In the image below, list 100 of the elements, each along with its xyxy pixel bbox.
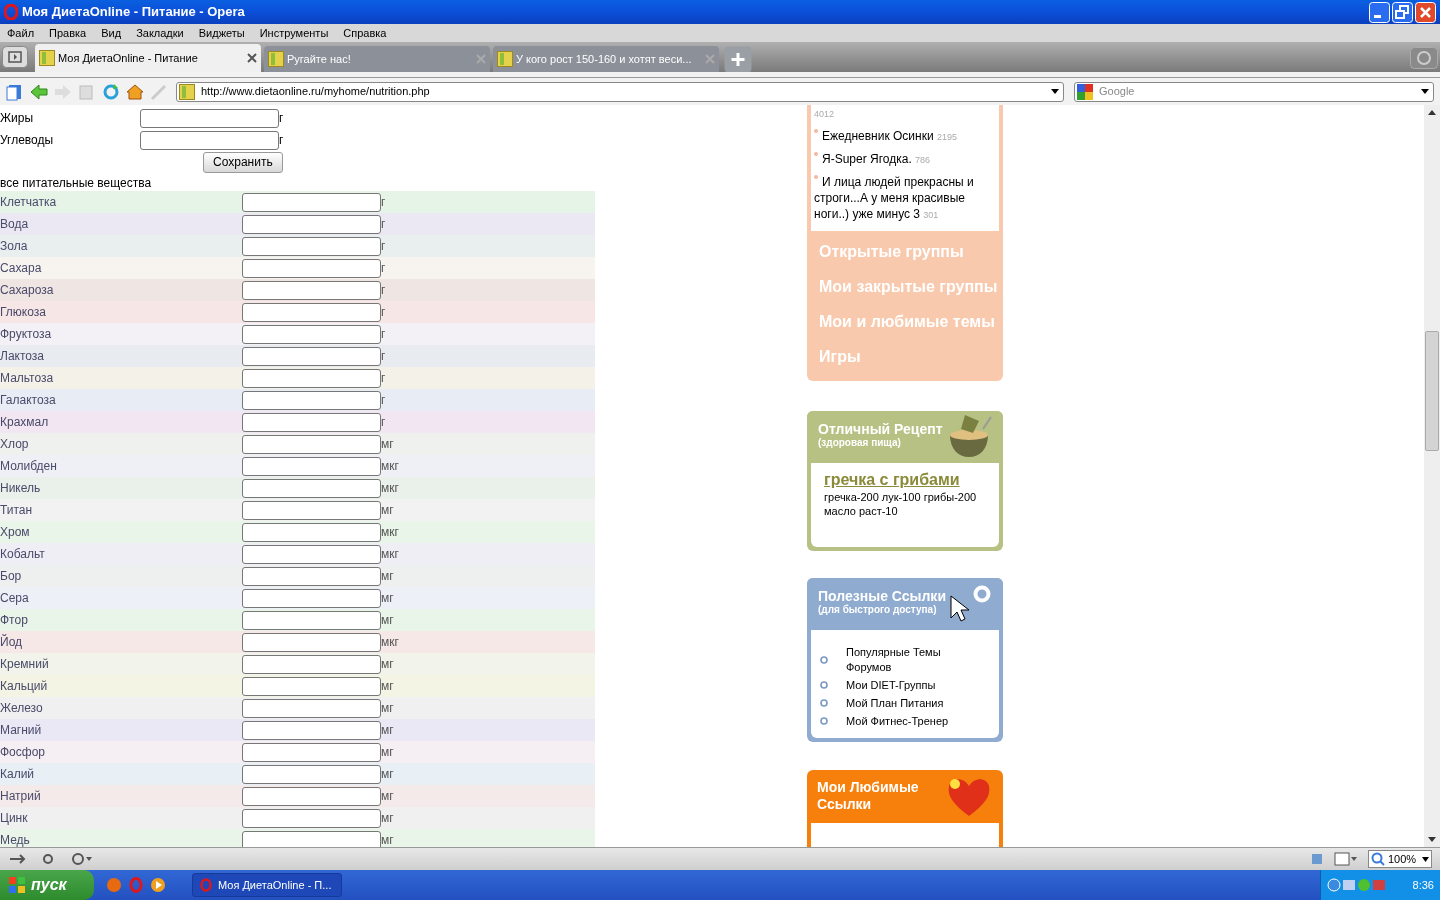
quick-link[interactable]: Популярные Темы Форумов (846, 644, 966, 675)
input-field[interactable] (242, 742, 381, 762)
table-row: Кальций мг (0, 675, 595, 697)
windows-logo-icon (8, 876, 26, 894)
search-field[interactable]: Google (1074, 81, 1434, 102)
table-row: Сера мг (0, 587, 595, 609)
box-title: Полезные Ссылки (818, 587, 946, 604)
input-field[interactable] (242, 720, 381, 740)
dropdown-icon[interactable] (1421, 89, 1429, 94)
table-row: Крахмал г (0, 411, 595, 433)
input-field[interactable] (242, 478, 381, 498)
input-field[interactable] (242, 830, 381, 847)
input-field[interactable] (242, 280, 381, 300)
reload-icon[interactable] (102, 82, 120, 101)
table-row: Фруктоза г (0, 323, 595, 345)
input-field[interactable] (242, 324, 381, 344)
table-row: Бор мг (0, 565, 595, 587)
input-field[interactable] (242, 434, 381, 454)
blog-link[interactable]: Ежедневник Осинки 2195 (814, 128, 996, 145)
input-field[interactable] (242, 346, 381, 366)
back-icon[interactable] (30, 82, 48, 101)
quick-link[interactable]: Мой План Питания (846, 695, 966, 711)
box-subtitle: (для быстрого доступа) (818, 603, 937, 615)
input-field[interactable] (242, 214, 381, 234)
opera-icon (199, 878, 213, 892)
input-field[interactable] (242, 500, 381, 520)
input-field[interactable] (242, 654, 381, 674)
blog-link[interactable]: Я-Super Ягодка. 786 (814, 151, 996, 168)
table-row: Мальтоза г (0, 367, 595, 389)
panel-toggle-icon[interactable] (2, 46, 28, 68)
input-field[interactable] (242, 412, 381, 432)
menu-item[interactable]: Справка (343, 24, 387, 42)
box-title: Отличный Рецепт (818, 421, 943, 437)
table-row: Хлор мг (0, 433, 595, 455)
menu-item[interactable]: Вид (101, 24, 122, 42)
menu-item[interactable]: Правка (49, 24, 87, 42)
table-row: Натрий мг (0, 785, 595, 807)
recipe-link[interactable]: гречка с грибами (824, 471, 960, 489)
input-field[interactable] (242, 456, 381, 476)
ring-bullet-icon (820, 717, 828, 726)
input-field[interactable] (242, 302, 381, 322)
input-field[interactable] (242, 610, 381, 630)
table-row: Клетчатка г (0, 191, 595, 213)
search-input[interactable]: Google (1099, 83, 1415, 100)
input-field[interactable] (140, 130, 279, 150)
input-field[interactable] (242, 764, 381, 784)
home-icon[interactable] (126, 82, 144, 101)
field-label: Жиры (0, 110, 35, 127)
unit-label: г (279, 132, 284, 149)
close-icon[interactable] (247, 53, 257, 63)
table-row: Зола г (0, 235, 595, 257)
input-field[interactable] (242, 786, 381, 806)
box-subtitle: (здоровая пища) (818, 437, 901, 448)
ring-bullet-icon (820, 699, 828, 708)
input-field[interactable] (242, 676, 381, 696)
new-tab-icon[interactable] (724, 46, 752, 72)
table-row: Кремний мг (0, 653, 595, 675)
input-field[interactable] (242, 522, 381, 542)
input-field[interactable] (242, 258, 381, 278)
magnifier-icon (1371, 852, 1385, 866)
ring-icon (973, 584, 991, 603)
input-field[interactable] (242, 566, 381, 586)
start-button[interactable]: пуск (0, 870, 94, 900)
table-row: Цинк мг (0, 807, 595, 829)
scrollbar-thumb[interactable] (1425, 331, 1439, 451)
address-field[interactable]: http://www.dietaonline.ru/myhome/nutrition.php (176, 81, 1064, 102)
panels-icon[interactable] (6, 82, 24, 101)
table-row: Фтор мг (0, 609, 595, 631)
dropdown-icon[interactable] (1051, 89, 1059, 94)
zoom-control[interactable]: 100% (1368, 850, 1432, 868)
scrollbar[interactable] (1424, 105, 1440, 847)
menu-item[interactable]: Инструменты (259, 24, 329, 42)
quick-link[interactable]: Мой Фитнес-Тренер (846, 713, 966, 729)
minimize-icon[interactable] (1369, 1, 1390, 23)
menu-item[interactable]: Файл (7, 24, 35, 42)
input-field[interactable] (242, 698, 381, 718)
recipe-text: гречка-200 лук-100 грибы-200 масло раст-10 (824, 490, 978, 518)
table-row: Кобальт мкг (0, 543, 595, 565)
taskbar-window-button[interactable]: Моя ДиетаOnline - П... (192, 873, 342, 897)
table-row: Магний мг (0, 719, 595, 741)
table-row: Калий мг (0, 763, 595, 785)
table-row: Никель мкг (0, 477, 595, 499)
browser-tab[interactable]: Моя ДиетаOnline - Питание (35, 44, 261, 72)
input-field[interactable] (242, 588, 381, 608)
input-field[interactable] (242, 192, 381, 212)
input-field[interactable] (242, 390, 381, 410)
input-field[interactable] (242, 808, 381, 828)
input-field[interactable] (242, 236, 381, 256)
media-player-icon[interactable] (150, 877, 166, 893)
view-icon[interactable] (1334, 852, 1358, 866)
input-field[interactable] (140, 108, 279, 128)
input-field[interactable] (242, 544, 381, 564)
menu-item[interactable]: Виджеты (198, 24, 245, 42)
input-field[interactable] (242, 632, 381, 652)
input-field[interactable] (242, 368, 381, 388)
quick-link[interactable]: Мои DIET-Группы (846, 677, 966, 693)
restore-icon[interactable] (1392, 1, 1413, 23)
save-button[interactable]: Сохранить (203, 151, 283, 173)
menu-item[interactable]: Закладки (136, 24, 184, 42)
blog-link[interactable]: И лица людей прекрасны и строги...А у меня красивые ноги..) уже минус 3 301 (814, 174, 996, 223)
